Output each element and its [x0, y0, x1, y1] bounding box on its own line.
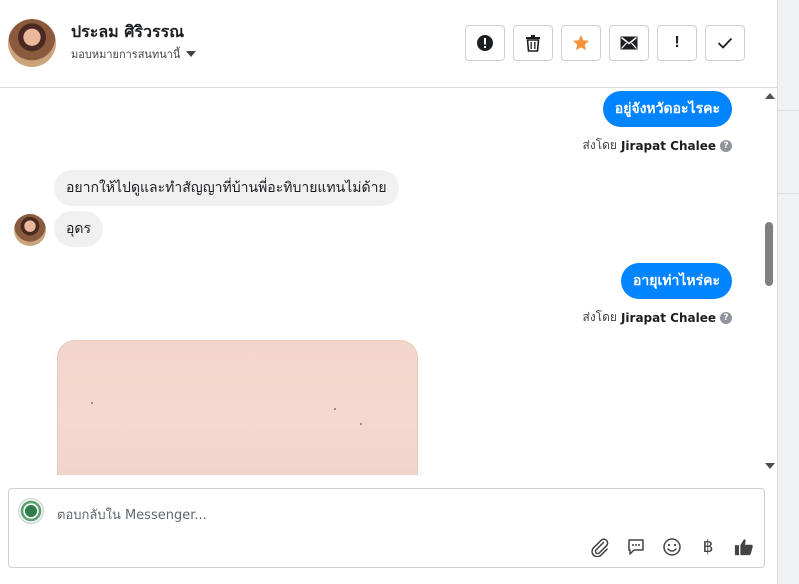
message-thread[interactable]: อยู่จังหวัดอะไรคะ ส่งโดย Jirapat Chalee … — [0, 89, 777, 475]
scroll-down-arrow-icon[interactable] — [765, 463, 775, 469]
thumbs-up-icon — [734, 539, 753, 556]
mark-unread-button[interactable] — [609, 25, 649, 61]
composer-actions: ฿ — [590, 537, 754, 557]
sent-by-label: ส่งโดย Jirapat Chalee ? — [582, 308, 732, 327]
message-bubble-outgoing[interactable]: อายุเท่าไหร่คะ — [620, 263, 732, 299]
payment-icon: ฿ — [702, 537, 714, 557]
emoji-icon — [663, 538, 681, 556]
message-photo-attachment[interactable] — [57, 340, 418, 475]
like-button[interactable] — [734, 537, 754, 557]
message-bubble-incoming[interactable]: อยากให้ไปดูและทำสัญญาที่บ้านพี่อะทิบายแท… — [54, 170, 399, 206]
assign-conversation-dropdown[interactable]: มอบหมายการสนทนานี้ — [71, 45, 197, 63]
sent-by-name: Jirapat Chalee — [620, 310, 716, 325]
envelope-icon — [620, 36, 638, 50]
photo-speck — [360, 423, 362, 425]
emoji-button[interactable] — [662, 537, 682, 557]
conversation-toolbar: ! — [465, 25, 745, 61]
caret-down-icon — [186, 51, 197, 57]
scrollbar-thumb[interactable] — [765, 222, 773, 286]
page-background-gutter — [777, 0, 799, 584]
help-icon[interactable]: ? — [720, 139, 732, 152]
sent-by-prefix: ส่งโดย — [582, 138, 617, 152]
sent-by-prefix: ส่งโดย — [582, 310, 617, 324]
saved-reply-icon — [628, 539, 644, 555]
priority-button[interactable]: ! — [657, 25, 697, 61]
gutter-divider — [778, 110, 799, 111]
contact-avatar-small[interactable] — [14, 214, 46, 246]
star-icon — [573, 35, 589, 51]
contact-avatar[interactable] — [8, 19, 56, 67]
message-bubble-outgoing[interactable]: อยู่จังหวัดอะไรคะ — [602, 91, 732, 127]
saved-reply-button[interactable] — [626, 537, 646, 557]
trash-icon — [526, 35, 540, 52]
reply-composer[interactable]: ตอบกลับใน Messenger... ฿ — [8, 488, 765, 568]
scroll-up-arrow-icon[interactable] — [765, 93, 775, 99]
attach-button[interactable] — [590, 537, 610, 557]
check-icon — [717, 37, 733, 49]
message-bubble-incoming[interactable]: อุดร — [54, 211, 104, 247]
page-logo — [18, 498, 44, 524]
photo-speck — [91, 402, 93, 404]
assign-label: มอบหมายการสนทนานี้ — [71, 48, 181, 61]
conversation-header: ประลม ศิริวรรณ มอบหมายการสนทนานี้ ! — [0, 0, 777, 88]
paperclip-icon — [591, 538, 609, 557]
star-button[interactable] — [561, 25, 601, 61]
gutter-divider — [778, 193, 799, 194]
help-icon[interactable]: ? — [720, 311, 732, 324]
contact-name[interactable]: ประลม ศิริวรรณ — [71, 20, 184, 45]
exclamation-icon: ! — [674, 34, 680, 51]
report-button[interactable] — [465, 25, 505, 61]
done-button[interactable] — [705, 25, 745, 61]
sent-by-name: Jirapat Chalee — [620, 138, 716, 153]
delete-button[interactable] — [513, 25, 553, 61]
payment-button[interactable]: ฿ — [698, 537, 718, 557]
photo-speck — [334, 408, 336, 410]
reply-input[interactable]: ตอบกลับใน Messenger... — [57, 504, 207, 525]
sent-by-label: ส่งโดย Jirapat Chalee ? — [582, 136, 732, 155]
alert-circle-icon — [477, 35, 493, 51]
